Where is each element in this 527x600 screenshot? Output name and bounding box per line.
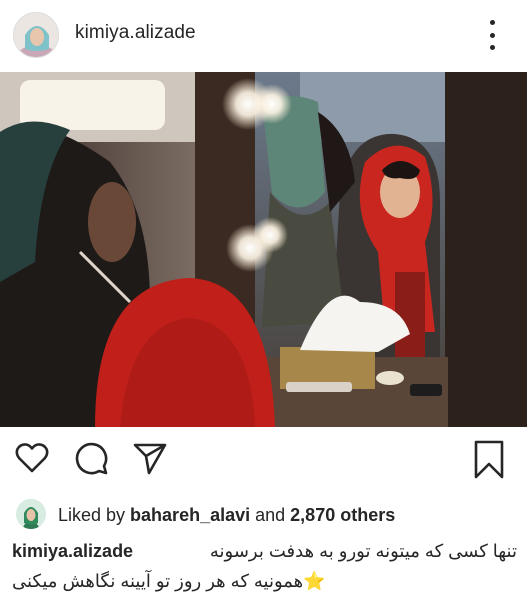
- action-bar: [0, 440, 527, 484]
- caption-line-2: همونیه که هر روز تو آیینه نگاهش میکنی: [12, 571, 304, 591]
- liker-avatar[interactable]: [16, 499, 46, 529]
- comment-icon[interactable]: [73, 440, 109, 481]
- caption-username[interactable]: kimiya.alizade: [12, 536, 133, 566]
- liker-username[interactable]: bahareh_alavi: [130, 505, 250, 525]
- bookmark-icon[interactable]: [473, 440, 505, 485]
- more-options-icon[interactable]: [482, 20, 502, 50]
- likes-row: Liked by bahareh_alavi and 2,870 others: [16, 499, 516, 531]
- post-header: kimiya.alizade: [0, 0, 527, 72]
- likes-joiner: and: [250, 505, 291, 525]
- post-username[interactable]: kimiya.alizade: [75, 22, 196, 44]
- post-caption: kimiya.alizade تنها کسی که میتونه تورو ب…: [12, 536, 517, 596]
- heart-icon[interactable]: [14, 440, 50, 481]
- likes-count[interactable]: 2,870 others: [290, 505, 395, 525]
- likes-text: Liked by bahareh_alavi and 2,870 others: [58, 505, 395, 526]
- profile-avatar[interactable]: [13, 12, 59, 58]
- star-emoji: ⭐: [303, 571, 326, 591]
- caption-line-1: تنها کسی که میتونه تورو به هدفت برسونه: [209, 541, 517, 561]
- send-icon[interactable]: [132, 440, 168, 481]
- post-photo[interactable]: [0, 72, 527, 427]
- likes-prefix: Liked by: [58, 505, 131, 525]
